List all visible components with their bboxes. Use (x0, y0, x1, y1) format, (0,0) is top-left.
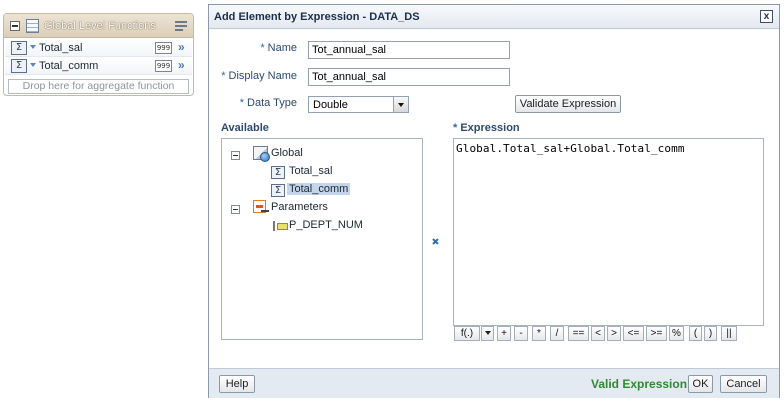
operator-multiply-button[interactable]: * (532, 326, 546, 341)
double-chevron-right-icon[interactable]: » (178, 58, 185, 72)
operator-greater-equal-button[interactable]: >= (646, 326, 667, 341)
tree-node-total-sal[interactable]: Total_sal (289, 165, 332, 177)
operator-greater-button[interactable]: > (607, 326, 621, 341)
sum-icon: Σ (11, 41, 27, 55)
data-type-label: * Data Type (239, 97, 297, 109)
cancel-button[interactable]: Cancel (720, 375, 767, 393)
chevron-right-icon[interactable] (433, 236, 443, 246)
sum-icon: Σ (271, 166, 285, 179)
operator-toolbar: f(.) + - * / == < > <= >= % ( ) || (453, 326, 764, 343)
operator-minus-button[interactable]: - (514, 326, 528, 341)
sum-icon: Σ (11, 59, 27, 73)
operator-equal-button[interactable]: == (568, 326, 589, 341)
expression-text: Global.Total_sal+Global.Total_comm (456, 142, 685, 155)
expression-heading: * Expression (453, 122, 520, 134)
table-icon (26, 19, 39, 33)
tree-node-parameters[interactable]: Parameters (271, 201, 328, 213)
collapse-icon[interactable] (231, 205, 240, 214)
chevron-down-icon (484, 331, 491, 336)
parameters-icon (253, 200, 269, 213)
format-icon[interactable]: 999 (155, 60, 172, 72)
panel-title: Global Level Functions (44, 20, 156, 32)
operator-modulo-button[interactable]: % (669, 326, 684, 341)
tree-node-total-comm[interactable]: Total_comm (287, 183, 351, 195)
validation-status: Valid Expression (591, 377, 688, 391)
tree-node-p-dept-num[interactable]: P_DEPT_NUM (289, 219, 363, 231)
operator-less-button[interactable]: < (591, 326, 605, 341)
panel-header: Global Level Functions (4, 14, 193, 38)
close-icon[interactable]: x (760, 10, 773, 23)
operator-divide-button[interactable]: / (550, 326, 564, 341)
close-paren-button[interactable]: ) (704, 326, 717, 341)
collapse-icon[interactable] (10, 21, 20, 31)
list-item[interactable]: Σ Total_sal 999 » (5, 39, 192, 57)
aggregate-drop-zone[interactable]: Drop here for aggregate function (8, 79, 189, 94)
data-type-value: Double (313, 99, 348, 111)
function-label: Total_sal (39, 42, 83, 54)
ok-button[interactable]: OK (688, 375, 713, 393)
display-name-label: * Display Name (221, 70, 297, 82)
display-name-field[interactable] (308, 68, 510, 86)
double-chevron-right-icon[interactable]: » (178, 40, 185, 54)
global-folder-icon (253, 146, 270, 162)
dialog-body: * Name * Display Name * Data Type Double… (209, 30, 779, 368)
open-paren-button[interactable]: ( (689, 326, 702, 341)
add-element-dialog: Add Element by Expression - DATA_DS x * … (208, 4, 780, 398)
dialog-title: Add Element by Expression - DATA_DS (214, 11, 420, 23)
dialog-titlebar[interactable]: Add Element by Expression - DATA_DS x (209, 5, 779, 29)
collapse-icon[interactable] (231, 151, 240, 160)
operator-plus-button[interactable]: + (497, 326, 511, 341)
help-button[interactable]: Help (219, 375, 255, 393)
operator-less-equal-button[interactable]: <= (623, 326, 644, 341)
operator-concat-button[interactable]: || (721, 326, 737, 341)
global-level-functions-panel: Global Level Functions Σ Total_sal 999 »… (3, 13, 194, 96)
function-dropdown-button[interactable] (481, 326, 494, 341)
chevron-down-icon[interactable] (393, 97, 408, 112)
panel-menu-icon[interactable] (175, 19, 189, 33)
parameter-icon (273, 221, 288, 231)
chevron-down-icon[interactable] (30, 45, 36, 49)
available-heading: Available (221, 122, 269, 134)
name-field[interactable] (308, 41, 510, 59)
name-label: * Name (260, 42, 297, 54)
tree-node-global[interactable]: Global (271, 147, 303, 159)
sum-icon: Σ (271, 184, 285, 197)
function-label: Total_comm (39, 60, 99, 72)
chevron-down-icon[interactable] (30, 63, 36, 67)
available-tree[interactable]: Global Σ Total_sal Σ Total_comm Paramete… (221, 138, 423, 340)
data-type-select[interactable]: Double (308, 96, 409, 113)
expression-editor[interactable]: Global.Total_sal+Global.Total_comm (453, 138, 764, 326)
validate-expression-button[interactable]: Validate Expression (515, 95, 621, 113)
list-item[interactable]: Σ Total_comm 999 » (5, 57, 192, 75)
format-icon[interactable]: 999 (155, 42, 172, 54)
function-button[interactable]: f(.) (454, 326, 480, 341)
dialog-footer: Help Valid Expression OK Cancel (209, 368, 779, 398)
